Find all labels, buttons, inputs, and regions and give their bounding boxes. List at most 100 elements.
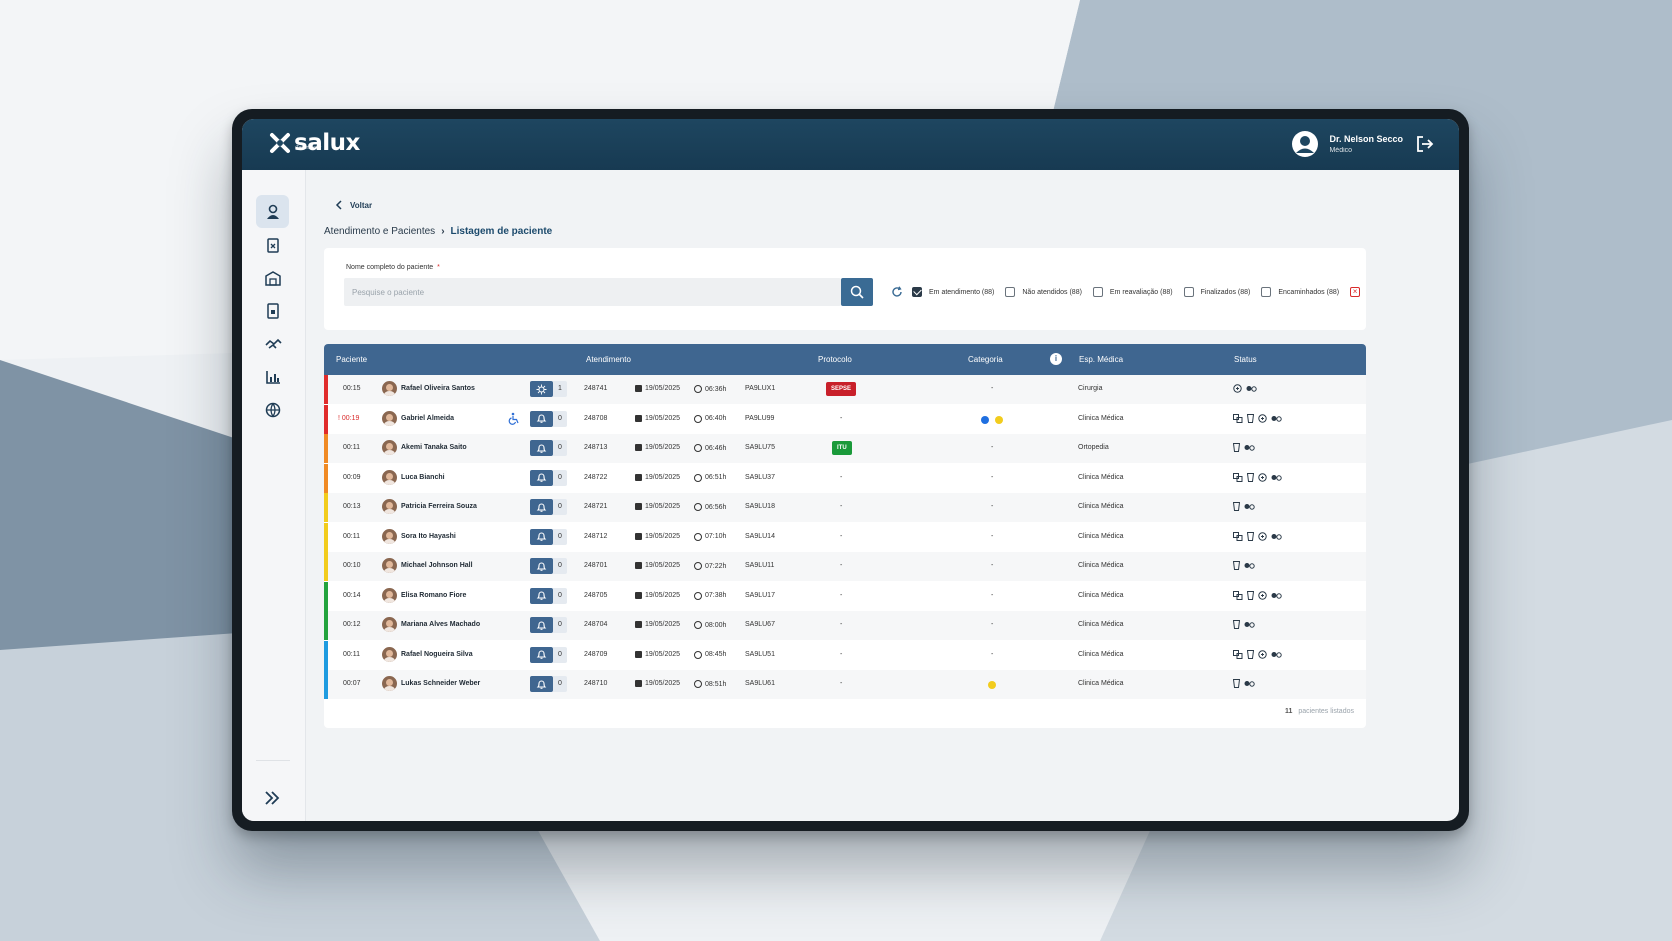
patient-icon bbox=[266, 204, 279, 219]
cup-icon[interactable] bbox=[1247, 590, 1254, 600]
notify-button[interactable] bbox=[530, 499, 553, 515]
cup-icon[interactable] bbox=[1233, 679, 1240, 688]
user-menu[interactable]: Dr. Nelson Secco Médico bbox=[1291, 130, 1435, 158]
checkbox[interactable] bbox=[1092, 287, 1103, 297]
checkbox[interactable] bbox=[1183, 287, 1194, 297]
pills-icon[interactable] bbox=[1244, 443, 1255, 452]
cup-icon[interactable] bbox=[1233, 561, 1240, 570]
exam-icon[interactable] bbox=[1258, 472, 1267, 482]
pills-icon[interactable] bbox=[1246, 384, 1257, 393]
patient-name[interactable]: Elisa Romano Fiore bbox=[401, 592, 466, 599]
info-icon[interactable]: i bbox=[1050, 353, 1062, 365]
pills-icon[interactable] bbox=[1244, 561, 1255, 570]
pills-icon[interactable] bbox=[1244, 679, 1255, 688]
virus-alert-button[interactable] bbox=[530, 381, 553, 397]
logout-icon[interactable] bbox=[1415, 135, 1435, 153]
exam-icon[interactable] bbox=[1258, 413, 1267, 423]
filter-nao-atendidos[interactable]: Não atendidos (88) bbox=[1005, 287, 1082, 297]
filter-em-reavaliacao[interactable]: Em reavaliação (88) bbox=[1092, 287, 1173, 297]
pills-icon[interactable] bbox=[1271, 532, 1282, 541]
filter-em-atendimento[interactable]: Em atendimento (88) bbox=[912, 287, 994, 297]
table-row[interactable]: 00:09 Luca Bianchi 0 248722 19/05/2025 06:51h… bbox=[324, 463, 1366, 493]
table-row[interactable]: ! 00:19 Gabriel Almeida 0 248708 19/05/2025 0… bbox=[324, 404, 1366, 434]
pills-icon[interactable] bbox=[1271, 414, 1282, 423]
table-row[interactable]: 00:13 Patricia Ferreira Souza 0 248721 19/05… bbox=[324, 493, 1366, 522]
checkbox[interactable] bbox=[1261, 287, 1272, 297]
patient-name[interactable]: Sora Ito Hayashi bbox=[401, 533, 456, 540]
notify-button[interactable] bbox=[530, 469, 553, 486]
patient-name[interactable]: Lukas Schneider Weber bbox=[401, 680, 480, 687]
patient-name[interactable]: Mariana Alves Machado bbox=[401, 621, 480, 628]
notify-button[interactable] bbox=[530, 410, 553, 427]
lab-icon[interactable] bbox=[1233, 413, 1243, 423]
sidebar-item-reports[interactable] bbox=[256, 360, 289, 393]
exam-icon[interactable] bbox=[1258, 531, 1267, 541]
patient-name[interactable]: Michael Johnson Hall bbox=[401, 562, 473, 569]
filter-encaminhados[interactable]: Encaminhados (88) bbox=[1261, 287, 1339, 297]
refresh-icon[interactable] bbox=[891, 286, 903, 298]
exam-icon[interactable] bbox=[1258, 649, 1267, 659]
notify-button[interactable] bbox=[530, 676, 553, 692]
pills-icon[interactable] bbox=[1244, 502, 1255, 511]
notify-button[interactable] bbox=[530, 528, 553, 545]
table-row[interactable]: 00:11 Sora Ito Hayashi 0 248712 19/05/2025 07… bbox=[324, 522, 1366, 552]
exam-icon[interactable] bbox=[1233, 384, 1242, 393]
cup-icon[interactable] bbox=[1233, 620, 1240, 629]
cup-icon[interactable] bbox=[1247, 649, 1254, 659]
sidebar-item-patients[interactable] bbox=[256, 195, 289, 228]
notify-button[interactable] bbox=[530, 646, 553, 663]
table-row[interactable]: 00:07 Lukas Schneider Weber 0 248710 19/05/2… bbox=[324, 670, 1366, 699]
pills-icon[interactable] bbox=[1271, 591, 1282, 600]
col-protocol[interactable]: Protocolo bbox=[818, 355, 852, 364]
table-row[interactable]: 00:14 Elisa Romano Fiore 0 248705 19/05/2025… bbox=[324, 581, 1366, 611]
table-row[interactable]: 00:11 Rafael Nogueira Silva 0 248709 19/05/2… bbox=[324, 640, 1366, 670]
col-category[interactable]: Categoria bbox=[968, 355, 1003, 364]
checkbox[interactable] bbox=[1005, 287, 1016, 297]
patient-name[interactable]: Gabriel Almeida bbox=[401, 415, 454, 422]
cup-icon[interactable] bbox=[1247, 531, 1254, 541]
table-row[interactable]: 00:10 Michael Johnson Hall 0 248701 19/05/20… bbox=[324, 552, 1366, 581]
lab-icon[interactable] bbox=[1233, 531, 1243, 541]
exam-icon[interactable] bbox=[1258, 590, 1267, 600]
search-button[interactable] bbox=[841, 278, 873, 306]
brand-logo[interactable]: salux bbox=[268, 131, 360, 155]
table-row[interactable]: 00:12 Mariana Alves Machado 0 248704 19/05/2… bbox=[324, 611, 1366, 640]
pills-icon[interactable] bbox=[1244, 620, 1255, 629]
col-status[interactable]: Status bbox=[1234, 355, 1257, 364]
sidebar-item-documents[interactable] bbox=[256, 294, 289, 327]
patient-name[interactable]: Akemi Tanaka Saito bbox=[401, 444, 467, 451]
lab-icon[interactable] bbox=[1233, 472, 1243, 482]
back-link[interactable]: Voltar bbox=[334, 200, 372, 210]
notify-button[interactable] bbox=[530, 440, 553, 456]
col-attendance[interactable]: Atendimento bbox=[586, 355, 631, 364]
col-patient[interactable]: Paciente bbox=[336, 355, 367, 364]
lab-icon[interactable] bbox=[1233, 590, 1243, 600]
pills-icon[interactable] bbox=[1271, 650, 1282, 659]
patient-name[interactable]: Rafael Nogueira Silva bbox=[401, 651, 473, 658]
sidebar-item-hospital[interactable] bbox=[256, 261, 289, 294]
sidebar-item-referrals[interactable] bbox=[256, 327, 289, 360]
sidebar-item-records[interactable] bbox=[256, 228, 289, 261]
filter-finalizados[interactable]: Finalizados (88) bbox=[1183, 287, 1250, 297]
checkbox-checked[interactable] bbox=[912, 287, 922, 297]
pills-icon[interactable] bbox=[1271, 473, 1282, 482]
lab-icon[interactable] bbox=[1233, 649, 1243, 659]
col-specialty[interactable]: Esp. Médica bbox=[1079, 355, 1123, 364]
notify-button[interactable] bbox=[530, 587, 553, 604]
notify-button[interactable] bbox=[530, 617, 553, 633]
table-row[interactable]: 00:11 Akemi Tanaka Saito 0 248713 19/05/2025… bbox=[324, 434, 1366, 463]
patient-name[interactable]: Luca Bianchi bbox=[401, 474, 445, 481]
patient-name[interactable]: Patricia Ferreira Souza bbox=[401, 503, 477, 510]
cup-icon[interactable] bbox=[1233, 502, 1240, 511]
breadcrumb-parent[interactable]: Atendimento e Pacientes bbox=[324, 226, 435, 237]
patient-name[interactable]: Rafael Oliveira Santos bbox=[401, 385, 475, 392]
notify-button[interactable] bbox=[530, 558, 553, 574]
table-row[interactable]: 00:15 Rafael Oliveira Santos 1 248741 19/05/… bbox=[324, 375, 1366, 404]
cup-icon[interactable] bbox=[1247, 472, 1254, 482]
search-input[interactable] bbox=[344, 278, 841, 306]
sidebar-item-network[interactable] bbox=[256, 393, 289, 426]
expand-sidebar-icon[interactable] bbox=[262, 788, 282, 808]
cup-icon[interactable] bbox=[1247, 413, 1254, 423]
clear-filters-icon[interactable]: × bbox=[1350, 287, 1361, 297]
cup-icon[interactable] bbox=[1233, 443, 1240, 452]
